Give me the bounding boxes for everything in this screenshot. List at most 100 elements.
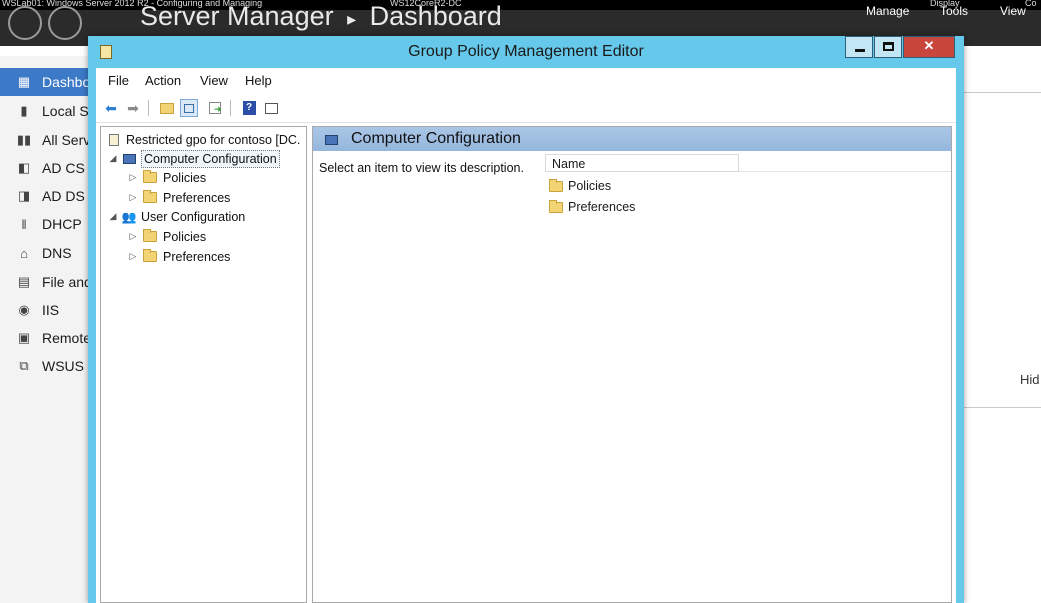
tree-item-computer-policies[interactable]: ▷ Policies: [127, 168, 206, 187]
sm-menu-manage[interactable]: Manage: [866, 4, 909, 18]
iis-icon: ◉: [18, 302, 30, 317]
export-list-icon[interactable]: ➜: [206, 99, 224, 117]
gpme-menu-bar: File Action View Help: [96, 68, 956, 94]
sm-nav-label: DHCP: [42, 216, 82, 232]
folder-icon: [549, 199, 563, 213]
up-folder-icon[interactable]: [158, 99, 176, 117]
sm-nav-item-file-storage[interactable]: ▤ File and Storage Services: [0, 268, 92, 296]
tree-item-user-configuration[interactable]: ◢ 👥 User Configuration: [107, 207, 246, 226]
expanded-arrow-icon[interactable]: ◢: [107, 153, 119, 164]
sm-nav-item-ad-ds[interactable]: ◨ AD DS: [0, 182, 92, 210]
back-arrow-icon[interactable]: ⬅: [102, 99, 120, 117]
forward-arrow-icon[interactable]: ➡: [124, 99, 142, 117]
ad-cs-icon: ◧: [17, 160, 31, 175]
folder-icon: [549, 178, 563, 192]
show-hide-tree-icon[interactable]: [180, 99, 198, 117]
sm-dashboard-right-area: [963, 46, 1041, 603]
collapsed-arrow-icon[interactable]: ▷: [127, 231, 139, 242]
sm-nav-item-dns[interactable]: ⌂ DNS: [0, 239, 92, 267]
divider: [963, 92, 1041, 93]
sm-nav-label: All Servers: [42, 132, 92, 148]
sm-menu-tools[interactable]: Tools: [940, 4, 968, 18]
maximize-button[interactable]: [874, 36, 902, 58]
details-title: Computer Configuration: [351, 130, 521, 147]
tree-item-label: Policies: [163, 229, 207, 244]
tree-item-label: Preferences: [163, 190, 231, 205]
details-header: Computer Configuration: [313, 127, 951, 151]
sm-nav-label: File and Storage Services: [42, 274, 92, 290]
maximize-icon: [883, 42, 894, 51]
tree-item-computer-configuration[interactable]: ◢ Computer Configuration: [107, 149, 280, 168]
ad-ds-icon: ◨: [17, 188, 31, 203]
server-icon: ▮: [20, 103, 28, 118]
folder-icon: [143, 249, 157, 262]
sm-nav-item-wsus[interactable]: ⧉ WSUS: [0, 352, 92, 380]
sm-navigation-buttons: [8, 6, 88, 46]
sm-nav-item-ad-cs[interactable]: ◧ AD CS: [0, 154, 92, 182]
tree-item-label: Restricted gpo for contoso [DC.: [126, 132, 301, 147]
collapsed-arrow-icon[interactable]: ▷: [127, 192, 139, 203]
gpme-client-area: File Action View Help ⬅ ➡ ➜ ? Restricted…: [96, 68, 956, 603]
list-item-label: Preferences: [568, 200, 636, 214]
hide-link[interactable]: Hid: [1020, 372, 1040, 387]
file-storage-icon: ▤: [17, 274, 31, 289]
host-right-item[interactable]: Co: [1025, 0, 1037, 8]
sm-nav-label: WSUS: [42, 358, 84, 374]
menu-view[interactable]: View: [200, 73, 228, 88]
console-tree: Restricted gpo for contoso [DC. ◢ Comput…: [100, 126, 307, 603]
sm-nav-label: AD DS: [42, 188, 85, 204]
sm-nav-label: Local Server: [42, 103, 92, 119]
sm-breadcrumb-separator: ▸: [347, 9, 357, 29]
tree-item-label: User Configuration: [141, 209, 246, 224]
divider: [963, 407, 1041, 408]
minimize-icon: [855, 49, 865, 52]
folder-icon: [143, 229, 157, 242]
tree-item-user-preferences[interactable]: ▷ Preferences: [127, 247, 230, 266]
sm-menu-view[interactable]: View: [1000, 4, 1026, 18]
properties-icon[interactable]: [262, 99, 280, 117]
toolbar-separator: [230, 100, 231, 116]
wsus-icon: ⧉: [19, 358, 29, 373]
sm-nav-item-dhcp[interactable]: ǁ DHCP: [0, 210, 92, 238]
tree-item-computer-preferences[interactable]: ▷ Preferences: [127, 188, 230, 207]
sm-nav-label: DNS: [42, 245, 72, 261]
sm-nav-item-dashboard[interactable]: ▦ Dashboard: [0, 68, 92, 96]
list-item-preferences[interactable]: Preferences: [549, 197, 635, 217]
column-header-filler: [739, 154, 951, 172]
close-button[interactable]: ✕: [903, 36, 955, 58]
sm-page-title: Dashboard: [369, 1, 502, 31]
tree-item-label: Computer Configuration: [141, 149, 280, 168]
sm-nav-item-iis[interactable]: ◉ IIS: [0, 296, 92, 324]
sm-nav-item-all-servers[interactable]: ▮▮ All Servers: [0, 126, 92, 154]
gpme-window-title: Group Policy Management Editor: [408, 43, 644, 60]
sm-back-button[interactable]: [8, 6, 42, 40]
column-header-name[interactable]: Name: [545, 154, 739, 172]
sm-nav-label: Dashboard: [42, 74, 92, 90]
expanded-arrow-icon[interactable]: ◢: [107, 211, 119, 222]
dns-icon: ⌂: [20, 245, 28, 261]
gpme-window: Group Policy Management Editor ✕ File Ac…: [88, 36, 964, 603]
details-pane: Computer Configuration Select an item to…: [312, 126, 952, 603]
help-icon[interactable]: ?: [240, 99, 258, 117]
menu-help[interactable]: Help: [245, 73, 272, 88]
sm-nav-item-local-server[interactable]: ▮ Local Server: [0, 97, 92, 125]
tree-item-root[interactable]: Restricted gpo for contoso [DC.: [104, 130, 300, 149]
collapsed-arrow-icon[interactable]: ▷: [127, 251, 139, 262]
sm-forward-button[interactable]: [48, 6, 82, 40]
list-item-policies[interactable]: Policies: [549, 176, 611, 196]
sm-nav-label: Remote Access: [42, 330, 92, 346]
menu-file[interactable]: File: [108, 73, 129, 88]
sm-left-navigation: ▦ Dashboard ▮ Local Server ▮▮ All Server…: [0, 56, 92, 603]
tree-item-user-policies[interactable]: ▷ Policies: [127, 227, 206, 246]
minimize-button[interactable]: [845, 36, 873, 58]
dashboard-icon: ▦: [17, 74, 31, 89]
folder-icon: [143, 190, 157, 203]
menu-action[interactable]: Action: [145, 73, 181, 88]
sm-nav-label: IIS: [42, 302, 60, 318]
sm-nav-item-remote-access[interactable]: ▣ Remote Access: [0, 324, 92, 352]
collapsed-arrow-icon[interactable]: ▷: [127, 172, 139, 183]
computer-configuration-icon: [325, 132, 338, 148]
servers-icon: ▮▮: [16, 132, 32, 147]
gpo-document-icon: [106, 133, 122, 147]
toolbar-separator: [148, 100, 149, 116]
